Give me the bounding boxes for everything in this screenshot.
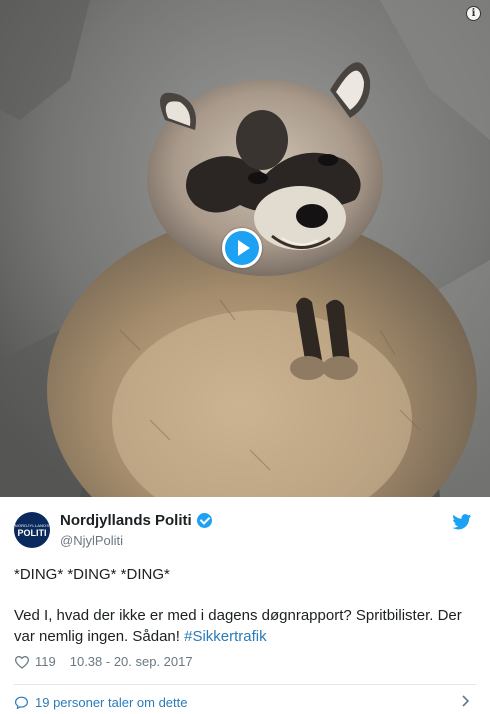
timestamp[interactable]: 10.38 - 20. sep. 2017	[70, 654, 193, 669]
chevron-right-icon[interactable]	[462, 695, 470, 707]
author-handle[interactable]: @NjylPoliti	[60, 533, 123, 548]
author-name-row[interactable]: Nordjyllands Politi	[60, 512, 212, 529]
heart-icon[interactable]	[14, 655, 30, 669]
conversation-link[interactable]: 19 personer taler om dette	[14, 693, 476, 711]
info-icon[interactable]: i	[466, 6, 481, 21]
tweet-meta: 119 10.38 - 20. sep. 2017	[14, 654, 193, 669]
hashtag-link[interactable]: #Sikkertrafik	[184, 628, 267, 645]
tweet-header: NORDJYLLANDS POLITI Nordjyllands Politi …	[14, 508, 476, 552]
divider	[14, 684, 476, 685]
play-icon[interactable]	[222, 228, 262, 268]
like-count[interactable]: 119	[35, 654, 56, 669]
tweet-line-2: Ved I, hvad der ikke er med i dagens døg…	[14, 605, 474, 647]
tweet-line-1: *DING* *DING* *DING*	[14, 566, 170, 583]
avatar[interactable]: NORDJYLLANDS POLITI	[14, 512, 50, 548]
conversation-label[interactable]: 19 personer taler om dette	[35, 695, 187, 710]
tweet-media[interactable]: i	[0, 0, 490, 497]
comment-bubble-icon	[14, 696, 29, 709]
avatar-text-big: POLITI	[17, 527, 47, 538]
tweet-text: *DING* *DING* *DING* Ved I, hvad der ikk…	[14, 564, 474, 647]
twitter-bird-icon[interactable]	[452, 514, 472, 530]
author-name[interactable]: Nordjyllands Politi	[60, 512, 192, 529]
verified-badge-icon	[196, 513, 212, 528]
tweet-card: i NORDJYLLANDS POLITI Nordjyllands Polit…	[0, 0, 490, 714]
